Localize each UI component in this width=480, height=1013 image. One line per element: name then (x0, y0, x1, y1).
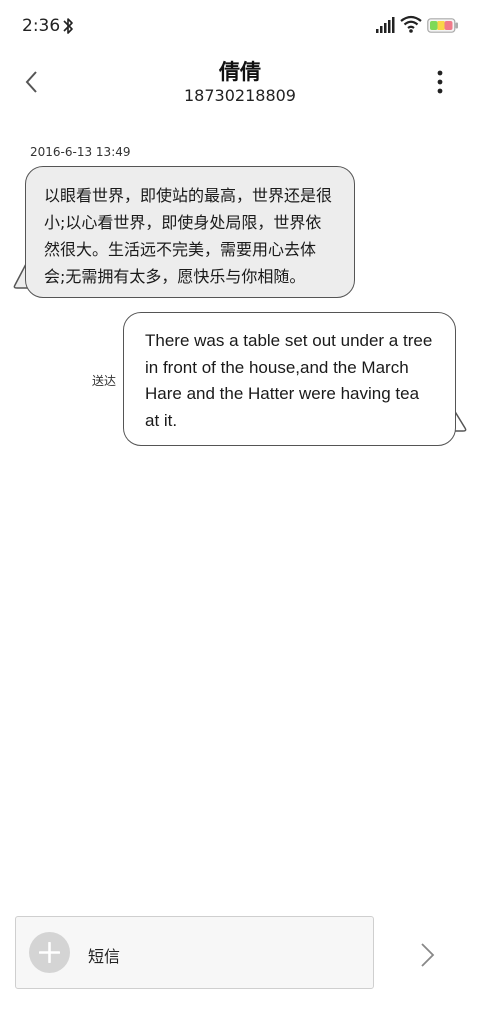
outgoing-message-bubble[interactable]: There was a table set out under a tree i… (123, 312, 456, 446)
message-line: at it. (145, 410, 178, 430)
plus-icon (39, 942, 60, 963)
more-options-button[interactable] (425, 66, 455, 98)
message-line: in front of the house,and the March (145, 357, 409, 377)
delivery-status: 送达 (92, 374, 117, 388)
contact-info: 倩倩 18730218809 (90, 58, 390, 106)
message-timestamp: 2016-6-13 13:49 (30, 145, 131, 159)
message-line: Hare and the Hatter were having tea (145, 384, 420, 403)
status-bar: 2:36 (0, 0, 480, 52)
bluetooth-icon (63, 18, 73, 34)
message-line: There was a table set out under a tree (145, 331, 433, 350)
add-attachment-button[interactable] (29, 932, 70, 973)
message-input[interactable]: 短信 (15, 916, 374, 989)
status-time: 2:36 (22, 16, 61, 36)
send-button[interactable] (415, 940, 441, 970)
signal-icon (376, 17, 395, 33)
sms-conversation-screen: 2:36 倩倩 18730218809 2016-6-13 13:49 以眼看世… (0, 0, 480, 1013)
message-line: 小;以心看世界，即使身处局限，世界依 (44, 213, 322, 232)
conversation-header: 倩倩 18730218809 (0, 52, 480, 112)
message-line: 然很大。生活远不完美，需要用心去体 (44, 240, 317, 259)
contact-number: 18730218809 (184, 86, 296, 105)
input-placeholder: 短信 (88, 947, 121, 966)
back-button[interactable] (16, 66, 48, 98)
message-line: 会;无需拥有太多，愿快乐与你相随。 (44, 267, 306, 286)
wifi-icon (400, 15, 422, 33)
message-line: 以眼看世界，即使站的最高，世界还是很 (44, 186, 333, 205)
incoming-message-bubble[interactable]: 以眼看世界，即使站的最高，世界还是很 小;以心看世界，即使身处局限，世界依 然很… (25, 166, 355, 298)
contact-name: 倩倩 (219, 60, 261, 84)
battery-icon (427, 18, 458, 33)
